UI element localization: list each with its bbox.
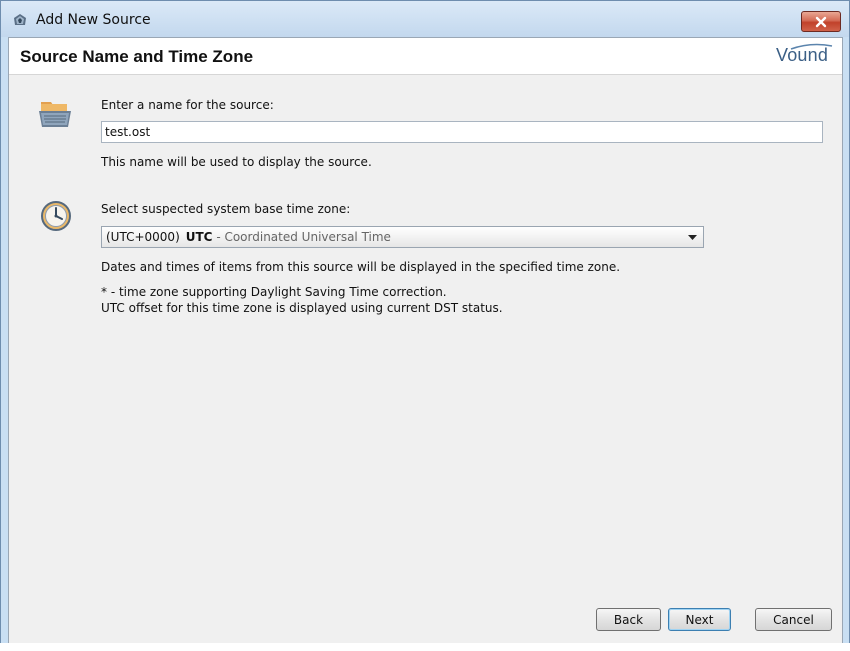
window-title: Add New Source — [36, 12, 151, 28]
page-title: Source Name and Time Zone — [20, 47, 254, 66]
folder-icon — [39, 102, 71, 127]
cancel-button[interactable]: Cancel — [755, 608, 832, 631]
source-name-label: Enter a name for the source: — [101, 98, 274, 112]
timezone-help: Dates and times of items from this sourc… — [101, 260, 621, 274]
dialog-content: Source Name and Time Zone Vound Enter a … — [8, 37, 843, 644]
dst-note-line-2: UTC offset for this time zone is display… — [101, 301, 503, 315]
back-button[interactable]: Back — [596, 608, 661, 631]
next-button[interactable]: Next — [668, 608, 731, 631]
dst-note-line-1: * - time zone supporting Daylight Saving… — [101, 285, 447, 299]
close-icon — [815, 16, 827, 27]
app-icon — [14, 14, 26, 25]
brand-logo: Vound — [776, 45, 829, 65]
clock-icon — [41, 201, 71, 231]
timezone-name: - Coordinated Universal Time — [212, 230, 391, 244]
dialog-window: Add New Source Source Name and Time Zone… — [0, 0, 850, 651]
timezone-label: Select suspected system base time zone: — [101, 202, 351, 216]
timezone-offset: (UTC+0000) — [106, 230, 180, 244]
timezone-dropdown[interactable]: (UTC+0000) UTC - Coordinated Universal Ti… — [101, 226, 704, 248]
close-button[interactable] — [801, 11, 841, 32]
background-strip — [0, 643, 850, 651]
chevron-down-icon — [688, 235, 697, 240]
source-name-input[interactable] — [101, 121, 823, 143]
source-name-help: This name will be used to display the so… — [101, 155, 372, 169]
timezone-code: UTC — [185, 230, 213, 244]
wizard-header: Source Name and Time Zone Vound — [9, 38, 842, 75]
title-bar[interactable]: Add New Source — [1, 1, 849, 37]
